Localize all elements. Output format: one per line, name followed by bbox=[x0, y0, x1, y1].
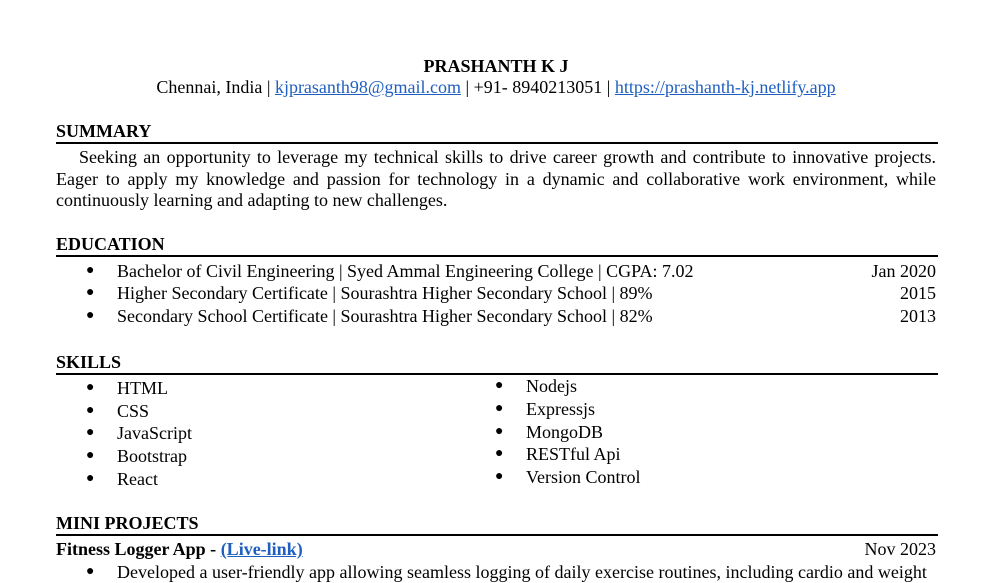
bullet-icon: ● bbox=[86, 448, 95, 463]
skill-item: ● Expressjs bbox=[495, 398, 795, 420]
email-link[interactable]: kjprasanth98@gmail.com bbox=[275, 77, 461, 97]
separator: | bbox=[262, 77, 275, 97]
education-item-date: Jan 2020 bbox=[871, 261, 937, 281]
location-text: Chennai, India bbox=[156, 77, 263, 97]
project-date: Nov 2023 bbox=[864, 539, 937, 559]
summary-text: Seeking an opportunity to leverage my te… bbox=[56, 147, 936, 210]
skill-label: Bootstrap bbox=[117, 446, 187, 466]
bullet-icon: ● bbox=[86, 403, 95, 418]
skill-label: Version Control bbox=[526, 467, 641, 487]
bullet-icon: ● bbox=[86, 308, 95, 323]
bullet-icon: ● bbox=[495, 446, 504, 461]
skill-item: ● Version Control bbox=[495, 466, 795, 488]
skills-heading: SKILLS bbox=[56, 352, 938, 375]
education-item: ● Higher Secondary Certificate | Sourash… bbox=[56, 282, 936, 304]
project-live-link[interactable]: (Live-link) bbox=[221, 539, 303, 559]
education-item-date: 2013 bbox=[900, 306, 936, 326]
bullet-icon: ● bbox=[495, 378, 504, 393]
separator: | bbox=[460, 77, 474, 97]
phone-text: +91- 8940213051 bbox=[473, 77, 603, 97]
skill-item: ● HTML bbox=[86, 377, 386, 399]
project-title-row: Fitness Logger App - (Live-link) Nov 202… bbox=[56, 538, 936, 560]
skill-label: CSS bbox=[117, 401, 150, 421]
education-heading: EDUCATION bbox=[56, 234, 938, 257]
skill-item: ● CSS bbox=[86, 400, 386, 422]
skill-item: ● Bootstrap bbox=[86, 445, 386, 467]
skill-label: RESTful Api bbox=[526, 444, 621, 464]
education-item: ● Secondary School Certificate | Sourash… bbox=[56, 305, 936, 327]
bullet-icon: ● bbox=[495, 469, 504, 484]
skill-label: MongoDB bbox=[526, 422, 604, 442]
bullet-icon: ● bbox=[86, 285, 95, 300]
bullet-icon: ● bbox=[495, 401, 504, 416]
skill-label: React bbox=[117, 469, 158, 489]
skill-item: ● Nodejs bbox=[495, 375, 795, 397]
contact-line: Chennai, India | kjprasanth98@gmail.com … bbox=[0, 77, 988, 97]
candidate-name: PRASHANTH K J bbox=[423, 56, 569, 76]
project-title: Fitness Logger App - bbox=[56, 539, 221, 559]
skill-label: HTML bbox=[117, 378, 168, 398]
skill-item: ● RESTful Api bbox=[495, 443, 795, 465]
skill-item: ● JavaScript bbox=[86, 422, 386, 444]
bullet-icon: ● bbox=[86, 425, 95, 440]
project-point-text: Developed a user-friendly app allowing s… bbox=[117, 562, 927, 582]
bullet-icon: ● bbox=[86, 471, 95, 486]
summary-heading: SUMMARY bbox=[56, 121, 938, 144]
skill-item: ● MongoDB bbox=[495, 421, 795, 443]
projects-heading: MINI PROJECTS bbox=[56, 513, 938, 536]
education-item-text: Higher Secondary Certificate | Sourashtr… bbox=[117, 283, 653, 303]
education-item: ● Bachelor of Civil Engineering | Syed A… bbox=[56, 260, 936, 282]
skill-label: Nodejs bbox=[526, 376, 577, 396]
education-item-date: 2015 bbox=[900, 283, 936, 303]
skill-label: Expressjs bbox=[526, 399, 595, 419]
skill-label: JavaScript bbox=[117, 423, 192, 443]
website-link[interactable]: https://prashanth-kj.netlify.app bbox=[615, 77, 836, 97]
bullet-icon: ● bbox=[86, 263, 95, 278]
bullet-icon: ● bbox=[86, 380, 95, 395]
education-item-text: Bachelor of Civil Engineering | Syed Amm… bbox=[117, 261, 694, 281]
bullet-icon: ● bbox=[86, 564, 95, 579]
project-point: ● Developed a user-friendly app allowing… bbox=[56, 561, 936, 583]
resume-page: PRASHANTH K J Chennai, India | kjprasant… bbox=[0, 0, 988, 582]
separator: | bbox=[602, 77, 615, 97]
education-item-text: Secondary School Certificate | Sourashtr… bbox=[117, 306, 653, 326]
skill-item: ● React bbox=[86, 468, 386, 490]
bullet-icon: ● bbox=[495, 424, 504, 439]
